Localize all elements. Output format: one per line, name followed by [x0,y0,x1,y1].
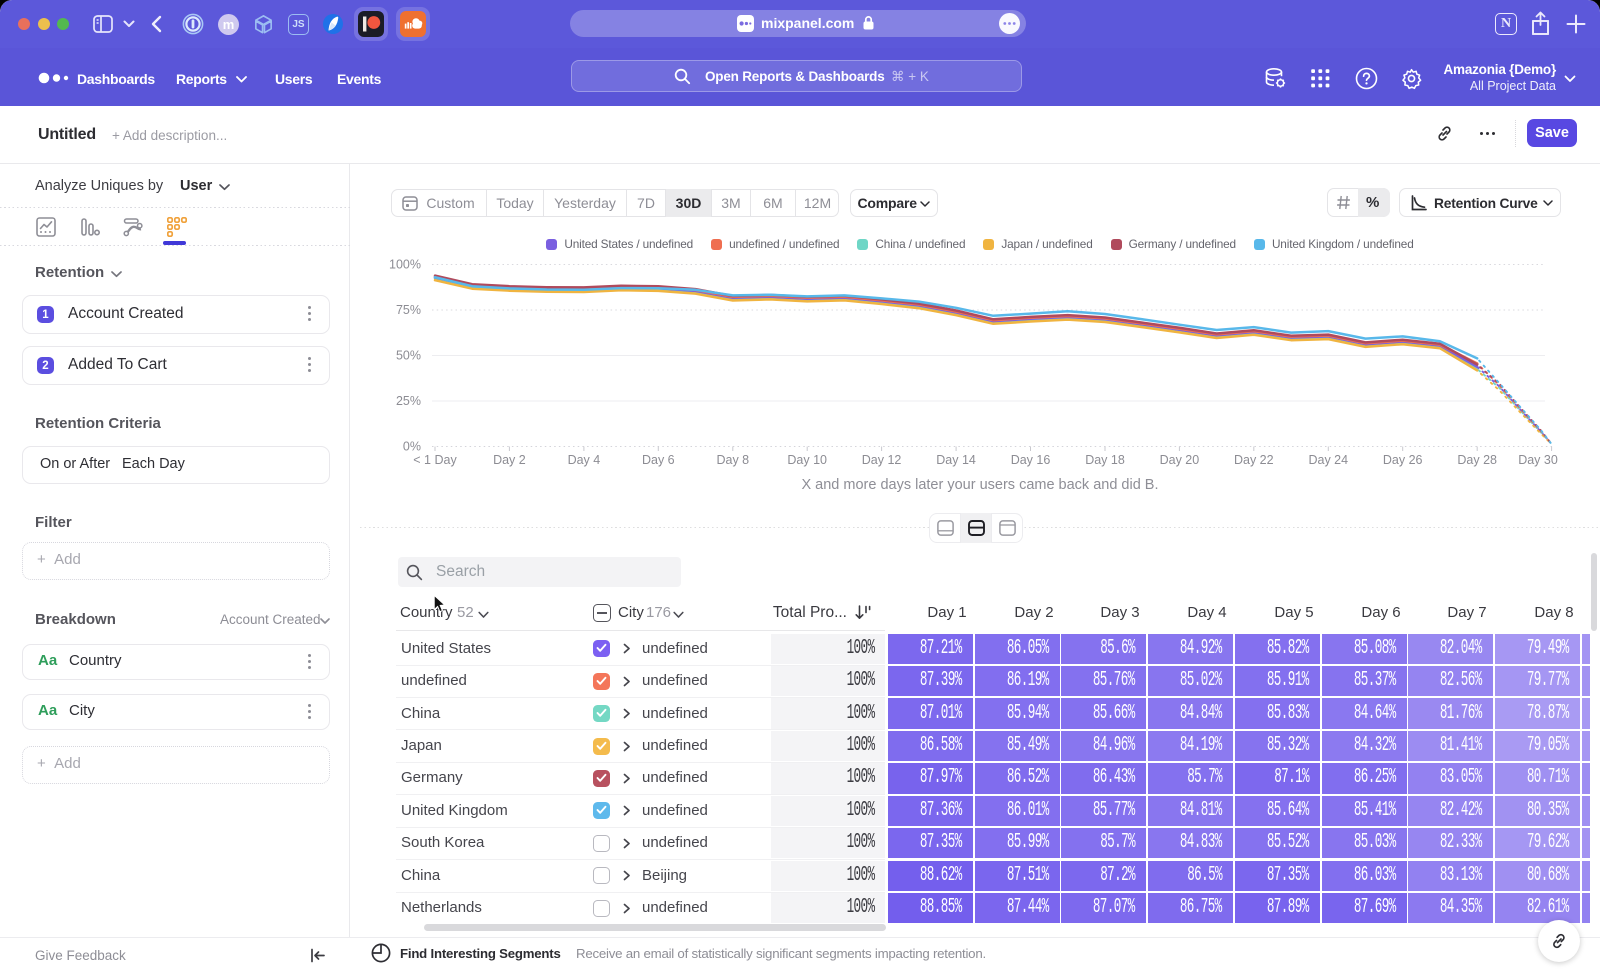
svg-text:25%: 25% [396,394,421,408]
svg-text:Day 12: Day 12 [862,453,902,467]
svg-text:Day 8: Day 8 [716,453,749,467]
svg-text:Day 10: Day 10 [787,453,827,467]
svg-text:Day 6: Day 6 [642,453,675,467]
svg-text:Day 18: Day 18 [1085,453,1125,467]
svg-text:Day 2: Day 2 [493,453,526,467]
svg-text:Day 24: Day 24 [1308,453,1348,467]
svg-text:75%: 75% [396,303,421,317]
svg-text:0%: 0% [403,440,421,454]
svg-text:Day 28: Day 28 [1457,453,1497,467]
svg-text:50%: 50% [396,349,421,363]
svg-text:Day 26: Day 26 [1383,453,1423,467]
svg-text:Day 14: Day 14 [936,453,976,467]
svg-text:Day 4: Day 4 [568,453,601,467]
svg-text:Day 16: Day 16 [1011,453,1051,467]
svg-text:Day 20: Day 20 [1160,453,1200,467]
svg-text:Day 30: Day 30 [1518,453,1558,467]
svg-text:100%: 100% [389,258,421,272]
svg-text:< 1 Day: < 1 Day [413,453,457,467]
svg-text:Day 22: Day 22 [1234,453,1274,467]
